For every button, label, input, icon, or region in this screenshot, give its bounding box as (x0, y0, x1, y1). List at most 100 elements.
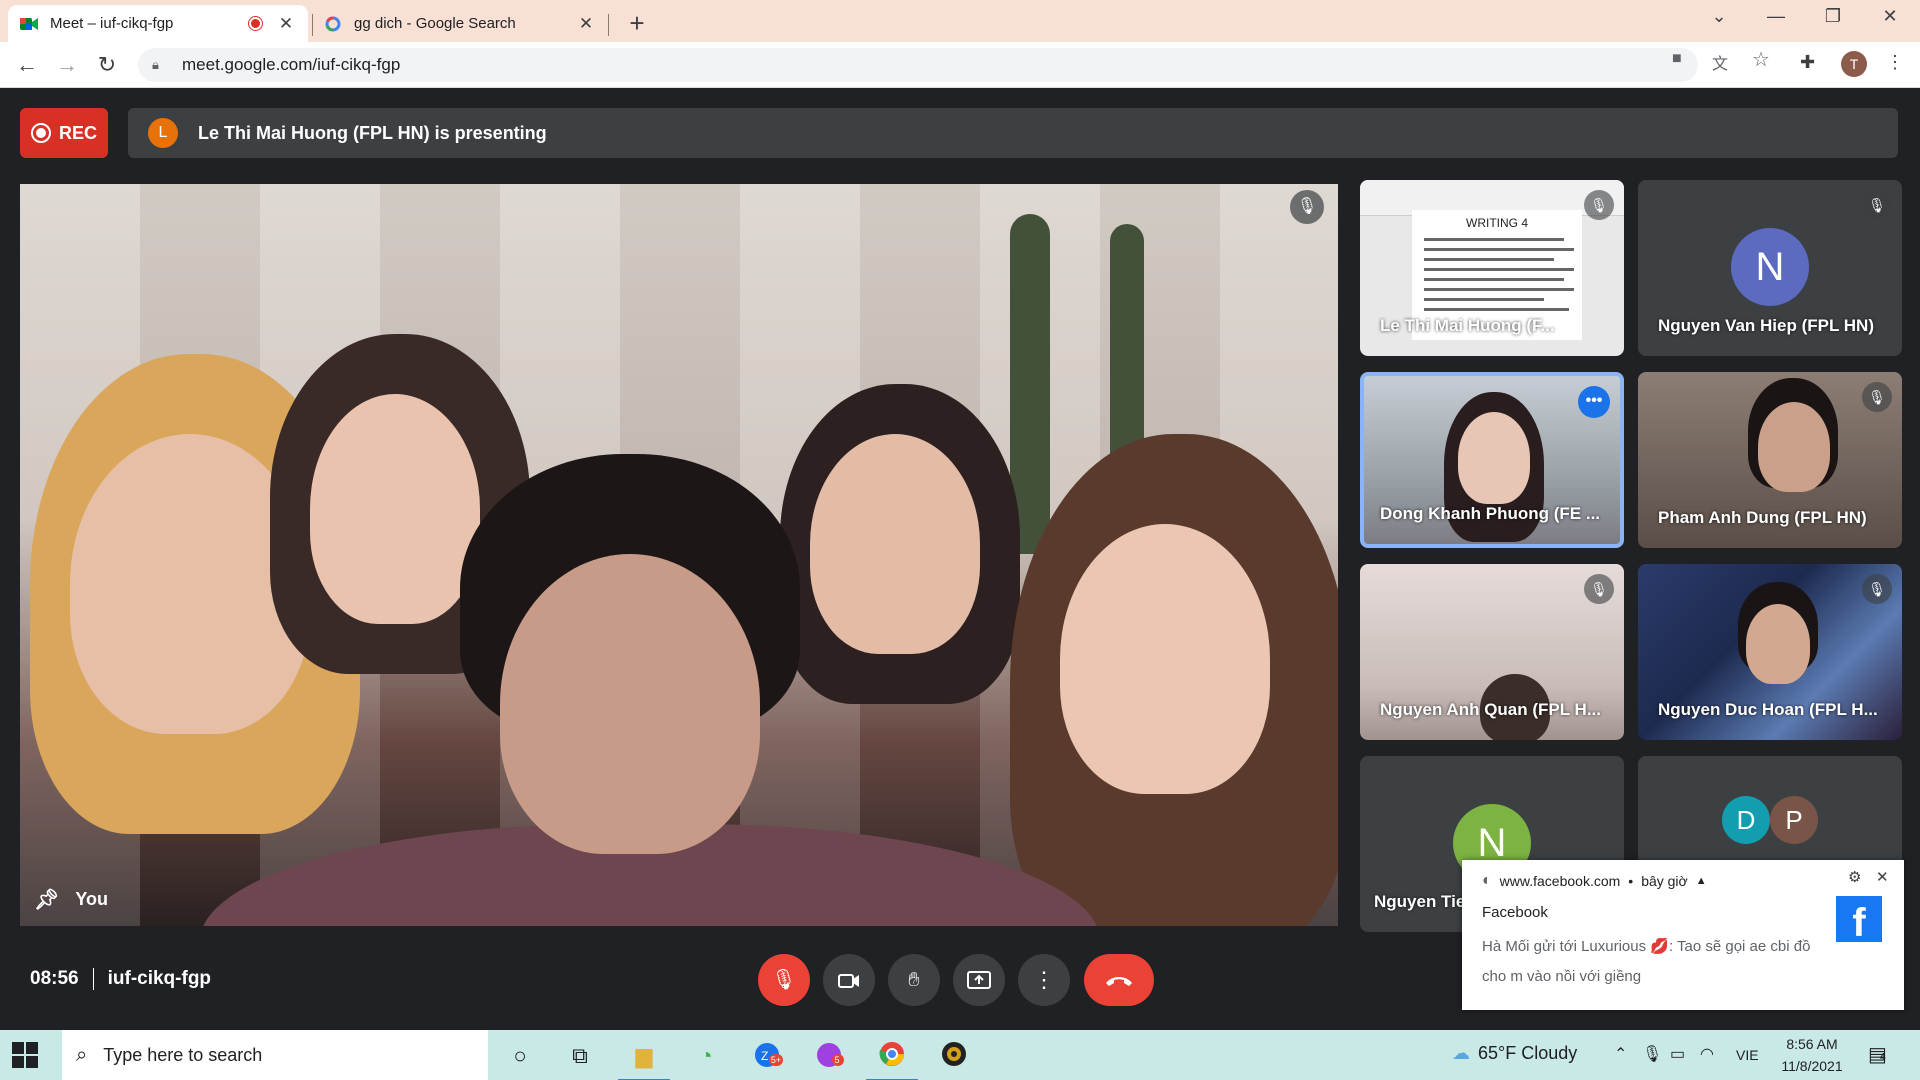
wifi-icon[interactable]: ◠ (1700, 1044, 1714, 1064)
messenger-badge: 5 (834, 1055, 840, 1065)
meeting-code[interactable]: iuf-cikq-fgp (108, 968, 211, 990)
taskbar-search[interactable]: ⌕ Type here to search (62, 1030, 488, 1080)
file-explorer-icon[interactable]: ▆ (618, 1040, 670, 1080)
close-window-icon[interactable]: ✕ (1870, 6, 1910, 27)
mic-off-icon: 🎙︎ (1584, 574, 1614, 604)
forward-arrow-icon[interactable]: → (52, 50, 82, 80)
new-tab-icon[interactable]: + (622, 8, 652, 39)
slide-text-line (1424, 288, 1574, 291)
mic-off-icon: 🎙︎ (1584, 190, 1614, 220)
clock-date: 11/8/2021 (1781, 1058, 1843, 1074)
divider (92, 968, 94, 990)
profile-avatar[interactable]: T (1841, 51, 1867, 77)
settings-gear-icon[interactable]: ⚙ (1848, 868, 1861, 886)
raise-hand-button[interactable]: ✋︎ (888, 954, 940, 1006)
chevron-up-icon[interactable]: ⌃ (1614, 1044, 1627, 1064)
camera-icon[interactable]: ■ (1672, 50, 1682, 68)
record-icon (30, 123, 51, 143)
participant-tile-presentation[interactable]: WRITING 4 🎙︎ Le Thi Mai Huong (F... (1360, 180, 1624, 356)
video-scenery (1060, 524, 1270, 794)
notification-app: Facebook (1482, 904, 1548, 921)
back-arrow-icon[interactable]: ← (12, 50, 42, 80)
chevron-up-icon[interactable]: ▲ (1696, 875, 1707, 887)
participant-tile[interactable]: 🎙︎ Nguyen Anh Quan (FPL H... (1360, 564, 1624, 740)
close-tab-icon[interactable]: ✕ (576, 14, 596, 34)
participant-tile[interactable]: 🎙︎ Nguyen Duc Hoan (FPL H... (1638, 564, 1902, 740)
rec-label: REC (58, 122, 97, 143)
facebook-logo-icon: f (1836, 896, 1882, 942)
video-scenery (1758, 402, 1830, 492)
mic-off-icon: 🎙︎ (1862, 382, 1892, 412)
bookmark-star-icon[interactable]: ☆ (1752, 47, 1770, 72)
present-screen-button[interactable] (953, 954, 1005, 1006)
mic-off-icon: 🎙︎ (1862, 190, 1892, 220)
search-placeholder: Type here to search (103, 1044, 263, 1065)
url-text[interactable]: meet.google.com/iuf-cikq-fgp (182, 55, 400, 75)
desktop-notification[interactable]: ◐ www.facebook.com • bây giờ ▲ ⚙ ✕ Faceb… (1462, 860, 1904, 1010)
notification-count: 4 (1880, 1052, 1886, 1063)
close-tab-icon[interactable]: ✕ (276, 14, 296, 34)
tab-meet[interactable]: Meet – iuf-cikq-fgp ✕ (8, 5, 308, 42)
notification-center-icon[interactable]: ▤ 4 (1868, 1042, 1887, 1067)
pin-icon[interactable]: 📌︎ (34, 887, 59, 912)
chrome-icon[interactable] (866, 1040, 918, 1080)
participant-name: Nguyen Anh Quan (FPL H... (1380, 700, 1601, 719)
mic-toggle-button[interactable]: 🎙︎ (758, 954, 810, 1006)
camera-toggle-button[interactable] (823, 954, 875, 1006)
extensions-puzzle-icon[interactable]: ✚ (1800, 52, 1815, 73)
chrome-icon: ◐ (1482, 872, 1492, 889)
tab-google-search[interactable]: gg dich - Google Search ✕ (312, 5, 608, 42)
camera-app-icon[interactable] (938, 1040, 970, 1072)
video-scenery (1458, 412, 1530, 504)
bullet: • (1628, 873, 1634, 889)
zalo-icon[interactable]: Z 5+ (752, 1040, 784, 1072)
more-options-icon[interactable]: ••• (1578, 386, 1610, 418)
reload-icon[interactable]: ↻ (92, 50, 122, 80)
svg-text:Z: Z (761, 1049, 768, 1063)
language-indicator[interactable]: VIE (1736, 1047, 1759, 1063)
maximize-icon[interactable]: ❐ (1813, 6, 1853, 27)
app-icon[interactable]: ◔ (690, 1040, 722, 1072)
recording-button[interactable]: REC (20, 108, 108, 158)
hand-icon: ✋︎ (908, 969, 920, 991)
participant-name: Nguyen Duc Hoan (FPL H... (1658, 700, 1878, 719)
microphone-icon[interactable]: 🎙︎ (1642, 1044, 1662, 1064)
video-scenery (310, 394, 480, 624)
presenting-banner[interactable]: L Le Thi Mai Huong (FPL HN) is presentin… (128, 108, 1898, 158)
self-name: You (75, 889, 109, 909)
participant-name: Nguyen Van Hiep (FPL HN) (1658, 316, 1874, 335)
present-screen-icon (967, 969, 991, 991)
windows-taskbar: ⌕ Type here to search ○ ⧉ ▆ ◔ Z 5+ 5 ☁ 6… (0, 1030, 1920, 1080)
mic-off-icon: 🎙︎ (1862, 574, 1892, 604)
slide-text-line (1424, 258, 1554, 261)
notification-message: Hà Mối gửi tới Luxurious 💋: Tao sẽ gọi a… (1482, 938, 1811, 985)
slide-text-line (1424, 268, 1574, 271)
more-menu-icon[interactable]: ⋮ (1886, 52, 1904, 73)
participant-tile[interactable]: ••• Dong Khanh Phuong (FE ... (1360, 372, 1624, 548)
notification-time: bây giờ (1641, 873, 1688, 889)
participant-name: Pham Anh Dung (FPL HN) (1658, 508, 1867, 527)
tab-search-chevron-icon[interactable]: ⌄ (1699, 6, 1739, 27)
self-video[interactable]: 🎙︎ 📌︎ You (20, 184, 1338, 926)
task-view-icon[interactable]: ⧉ (564, 1040, 596, 1072)
weather-widget[interactable]: ☁ 65°F Cloudy (1452, 1043, 1577, 1064)
battery-icon[interactable]: ▭ (1670, 1044, 1685, 1064)
google-g-icon (324, 15, 342, 33)
camera-icon (838, 969, 860, 991)
participant-name: Dong Khanh Phuong (FE ... (1380, 504, 1601, 523)
omnibox[interactable]: 🔒︎ meet.google.com/iuf-cikq-fgp (138, 48, 1698, 82)
windows-start-icon[interactable] (12, 1042, 38, 1068)
video-scenery (1746, 604, 1810, 684)
clock[interactable]: 8:56 AM 11/8/2021 (1772, 1033, 1852, 1077)
lock-icon[interactable]: 🔒︎ (152, 57, 166, 73)
close-notification-icon[interactable]: ✕ (1876, 868, 1889, 886)
more-options-button[interactable]: ⋮ (1018, 954, 1070, 1006)
translate-icon[interactable]: 文 (1712, 50, 1728, 74)
leave-call-button[interactable] (1084, 954, 1154, 1006)
participant-tile[interactable]: N 🎙︎ Nguyen Van Hiep (FPL HN) (1638, 180, 1902, 356)
messenger-icon[interactable]: 5 (814, 1040, 846, 1072)
meeting-time: 08:56 (30, 968, 79, 989)
minimize-icon[interactable]: — (1756, 6, 1796, 27)
cortana-icon[interactable]: ○ (504, 1040, 536, 1072)
participant-tile[interactable]: 🎙︎ Pham Anh Dung (FPL HN) (1638, 372, 1902, 548)
